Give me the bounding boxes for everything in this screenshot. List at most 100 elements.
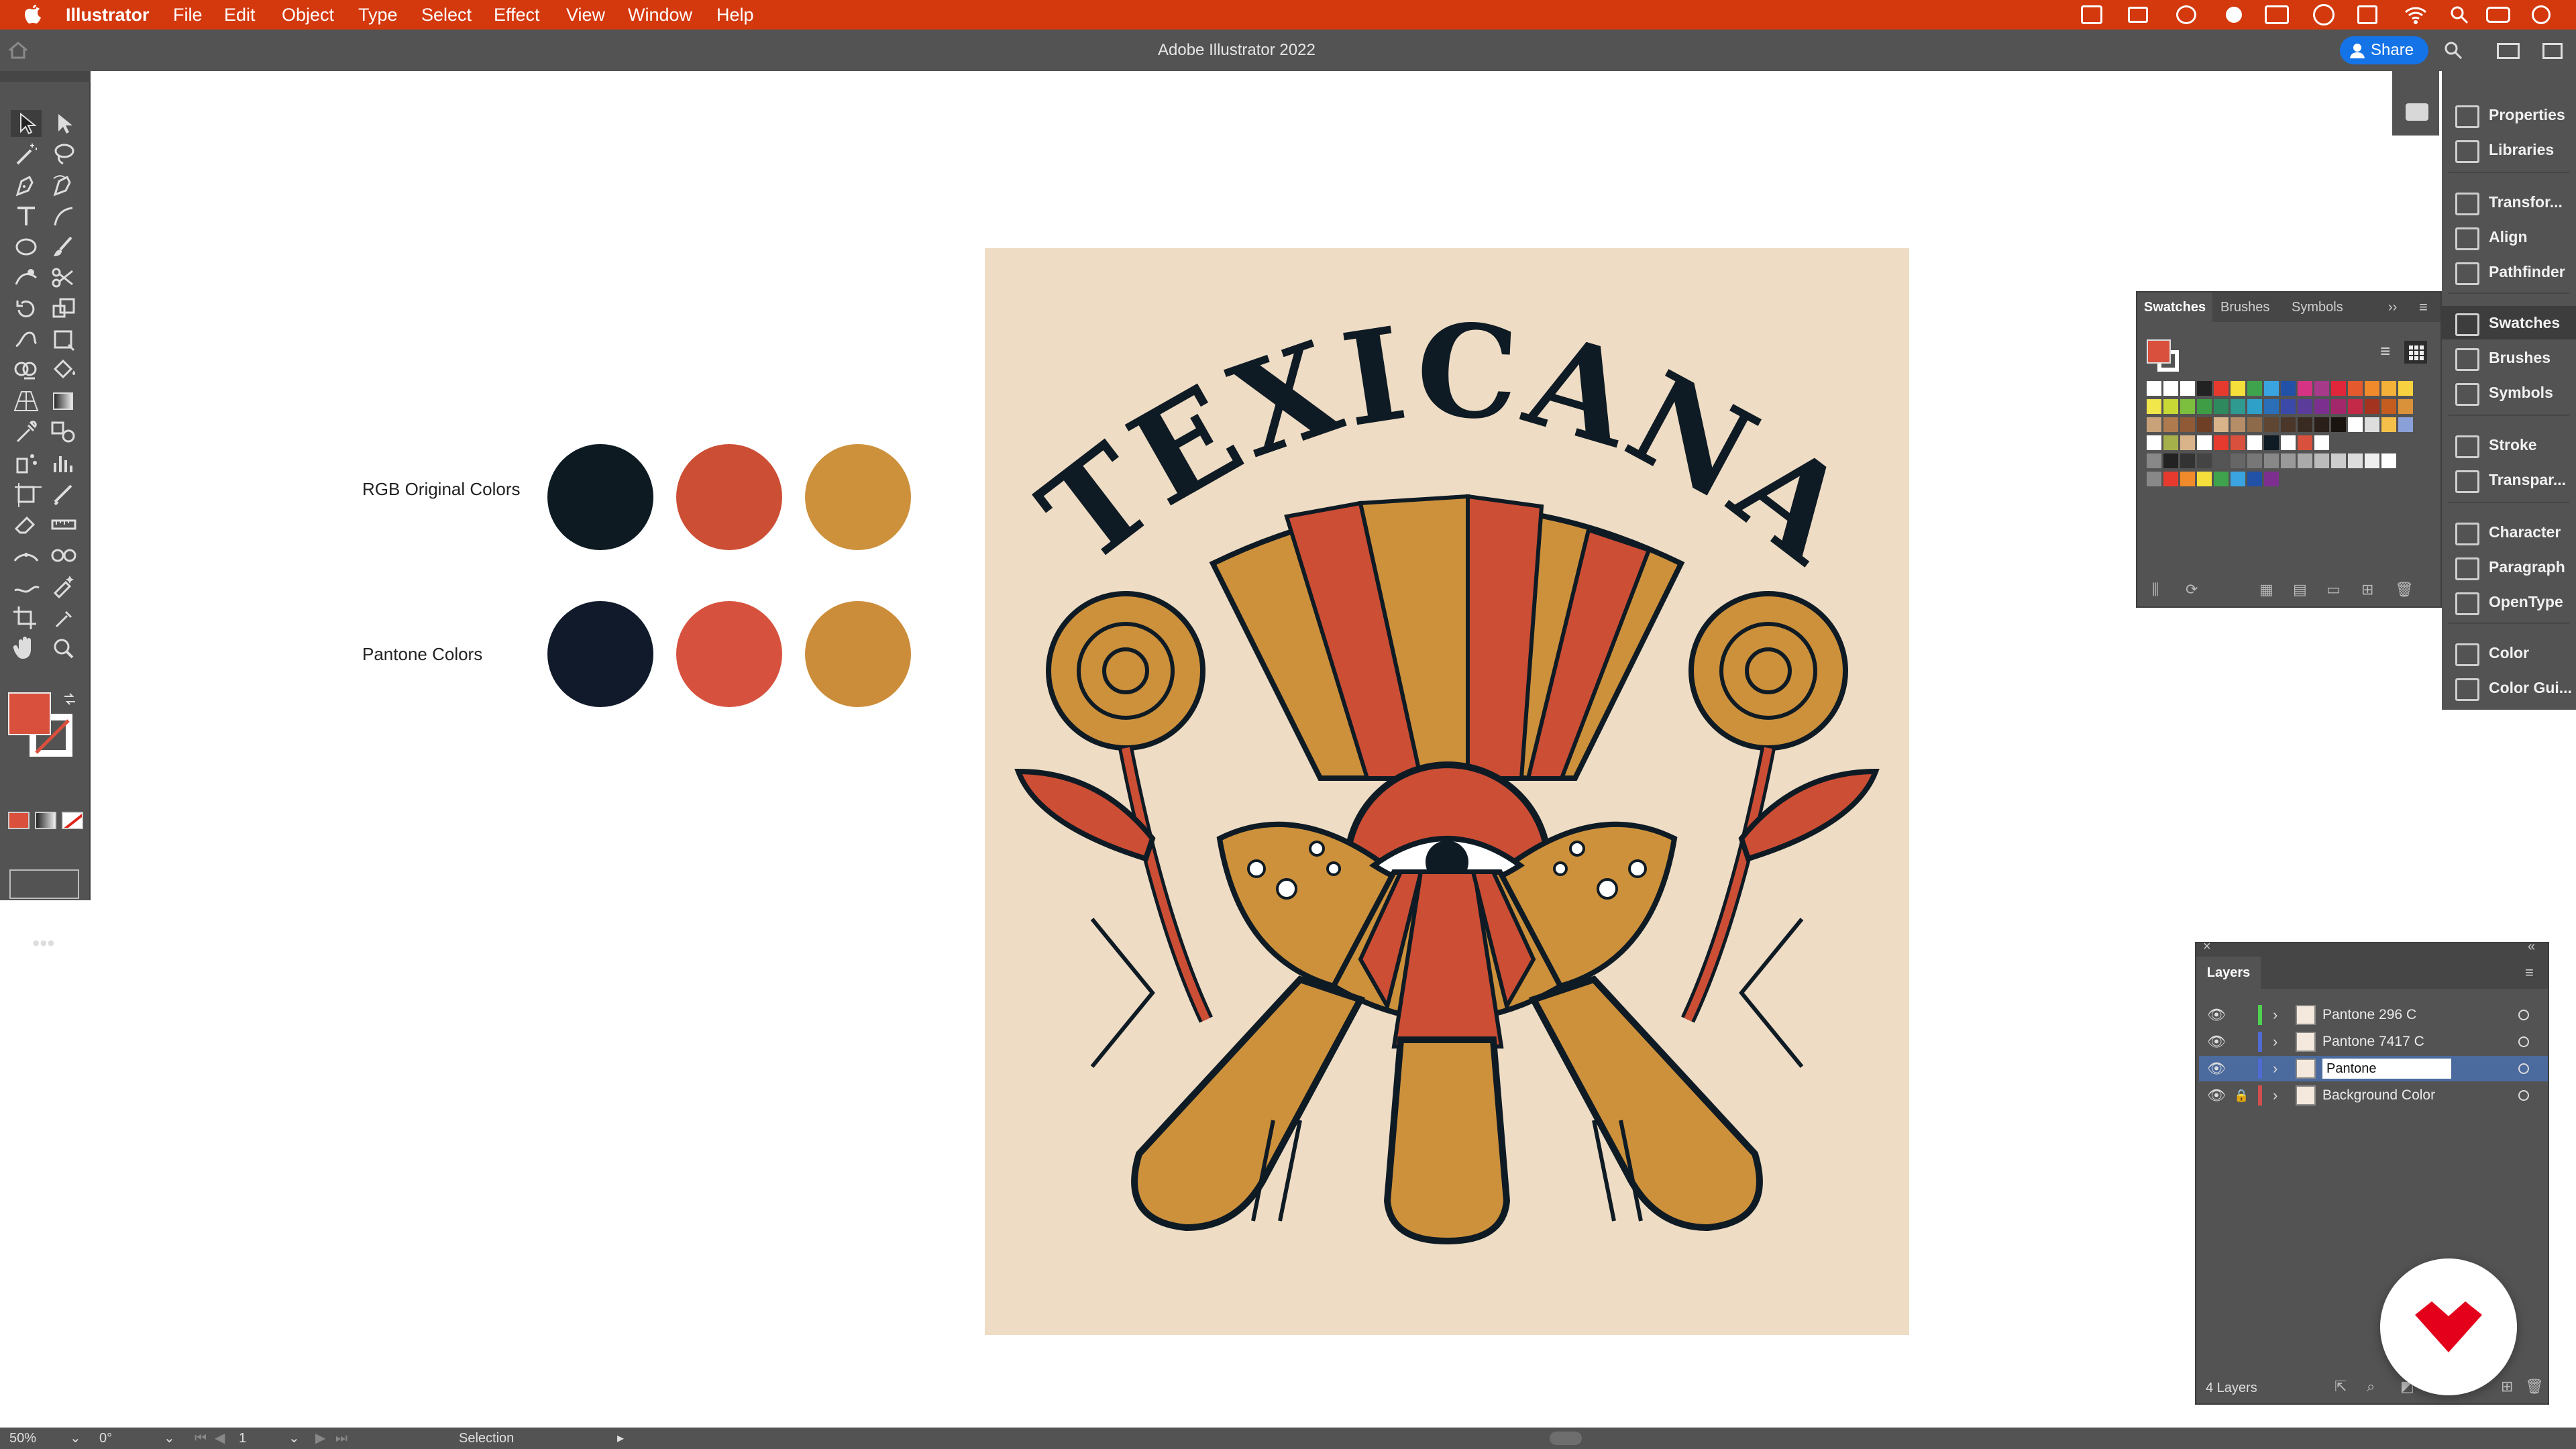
swatch[interactable] [2365, 399, 2379, 414]
layers-panel-header[interactable]: × « [2196, 939, 2548, 957]
layers-menu-icon[interactable]: ≡ [2525, 957, 2534, 989]
swap-fill-stroke-icon[interactable] [62, 691, 78, 707]
swatch[interactable] [2348, 453, 2363, 468]
swatch[interactable] [2231, 453, 2245, 468]
dock-item-align[interactable]: Align [2442, 220, 2576, 254]
share-button[interactable]: Share [2340, 36, 2428, 64]
curvature-tool-icon[interactable] [48, 172, 79, 199]
status-menu-icon[interactable]: ▸ [617, 1428, 624, 1449]
symbol-sprayer-tool-icon[interactable] [11, 449, 42, 476]
menu-select[interactable]: Select [421, 0, 472, 30]
swatch[interactable] [2264, 417, 2279, 432]
artboard[interactable]: TEXICANA [985, 248, 1909, 1335]
swatch[interactable] [2314, 399, 2329, 414]
pantone-color-swatch[interactable] [547, 601, 653, 707]
swatch[interactable] [2281, 435, 2296, 450]
swatch[interactable] [2247, 472, 2262, 486]
swatch[interactable] [2147, 381, 2161, 396]
fill-color-swatch[interactable] [8, 692, 51, 735]
swatch[interactable] [2247, 417, 2262, 432]
texicana-artwork[interactable]: TEXICANA [985, 248, 1909, 1335]
rotation-value[interactable]: 0° [99, 1428, 112, 1449]
rotation-dropdown-icon[interactable]: ⌄ [164, 1428, 175, 1449]
swatch[interactable] [2398, 381, 2413, 396]
artboard-tool-icon[interactable] [11, 480, 42, 510]
display-icon[interactable] [2265, 5, 2289, 24]
swatch[interactable] [2298, 417, 2312, 432]
swatch[interactable] [2214, 472, 2229, 486]
layer-row[interactable]: 👁 › Pantone 7417 C [2199, 1029, 2548, 1055]
swatch[interactable] [2381, 417, 2396, 432]
chevron-right-icon[interactable]: › [2273, 1029, 2277, 1055]
scissors-tool-icon[interactable] [48, 264, 79, 291]
arrange-documents-icon[interactable] [2497, 43, 2520, 59]
artboard-dropdown-icon[interactable]: ⌄ [288, 1428, 300, 1449]
swatch[interactable] [2197, 435, 2212, 450]
eyedropper-tool-icon[interactable] [11, 419, 42, 445]
swatch[interactable] [2298, 435, 2312, 450]
direct-selection-tool-icon[interactable] [48, 110, 79, 137]
last-artboard-icon[interactable]: ⏭ [335, 1428, 347, 1449]
panel-menu-icon[interactable]: ≡ [2419, 292, 2428, 322]
warp-tool-icon[interactable] [11, 326, 42, 353]
sync-icon[interactable] [2313, 4, 2334, 25]
menu-view[interactable]: View [566, 0, 605, 30]
dock-item-paragraph[interactable]: Paragraph [2442, 550, 2576, 584]
new-layer-icon[interactable]: ⊞ [2501, 1378, 2513, 1395]
swatch[interactable] [2231, 381, 2245, 396]
smooth-tool-icon[interactable] [48, 573, 79, 600]
zoom-dropdown-icon[interactable]: ⌄ [70, 1428, 81, 1449]
menu-help[interactable]: Help [716, 0, 754, 30]
grid-view-icon[interactable] [2404, 341, 2427, 364]
swatch[interactable] [2214, 417, 2229, 432]
shape-builder-tool-icon[interactable] [11, 357, 42, 384]
swatch[interactable] [2381, 399, 2396, 414]
pantone-color-swatch[interactable] [805, 601, 911, 707]
swatch[interactable] [2197, 417, 2212, 432]
swatch[interactable] [2197, 381, 2212, 396]
swatch[interactable] [2365, 453, 2379, 468]
zoom-tool-icon[interactable] [48, 635, 79, 661]
zoom-level[interactable]: 50% [9, 1428, 36, 1449]
swatch[interactable] [2163, 435, 2178, 450]
gradient-mode-button[interactable] [35, 812, 56, 829]
selection-tool-icon[interactable] [11, 110, 42, 137]
tab-swatches[interactable]: Swatches [2137, 292, 2212, 322]
visibility-eye-icon[interactable]: 👁 [2207, 1002, 2226, 1028]
tab-symbols[interactable]: Symbols [2292, 292, 2343, 322]
security-icon[interactable] [2226, 7, 2242, 23]
swatch[interactable] [2281, 399, 2296, 414]
dock-item-stroke[interactable]: Stroke [2442, 428, 2576, 462]
swatch[interactable] [2381, 381, 2396, 396]
show-swatch-kinds-icon[interactable]: ⟳ [2186, 581, 2198, 598]
swatch[interactable] [2247, 453, 2262, 468]
dock-item-symbols[interactable]: Symbols [2442, 376, 2576, 409]
swatch[interactable] [2163, 472, 2178, 486]
pen-tool-icon[interactable] [11, 172, 42, 199]
swatch[interactable] [2348, 381, 2363, 396]
menu-object[interactable]: Object [282, 0, 334, 30]
chevron-right-icon[interactable]: › [2273, 1002, 2277, 1028]
tab-layers[interactable]: Layers [2196, 957, 2261, 989]
swatch[interactable] [2231, 472, 2245, 486]
toolbar-header[interactable] [0, 71, 91, 82]
slice-tool-icon[interactable] [48, 480, 79, 507]
swatch[interactable] [2180, 472, 2195, 486]
dock-item-character[interactable]: Character [2442, 515, 2576, 549]
lasso-tool-icon[interactable] [48, 141, 79, 168]
color-picker-tool-icon[interactable] [48, 604, 79, 631]
swatch[interactable] [2180, 435, 2195, 450]
layer-row[interactable]: 👁 🔒 › Background Color [2199, 1083, 2548, 1108]
menu-effect[interactable]: Effect [494, 0, 540, 30]
menu-edit[interactable]: Edit [224, 0, 256, 30]
rgb-color-swatch[interactable] [805, 444, 911, 550]
chevron-right-icon[interactable]: › [2273, 1083, 2277, 1108]
new-color-group-icon[interactable]: ▭ [2326, 581, 2341, 598]
chevron-right-icon[interactable]: › [2273, 1056, 2277, 1081]
swatch[interactable] [2180, 381, 2195, 396]
home-icon[interactable] [8, 42, 28, 59]
swatch[interactable] [2163, 453, 2178, 468]
dock-item-color-gui-[interactable]: Color Gui... [2442, 671, 2576, 704]
delete-layer-icon[interactable]: 🗑 [2525, 1378, 2544, 1395]
target-circle-icon[interactable] [2518, 1063, 2529, 1074]
